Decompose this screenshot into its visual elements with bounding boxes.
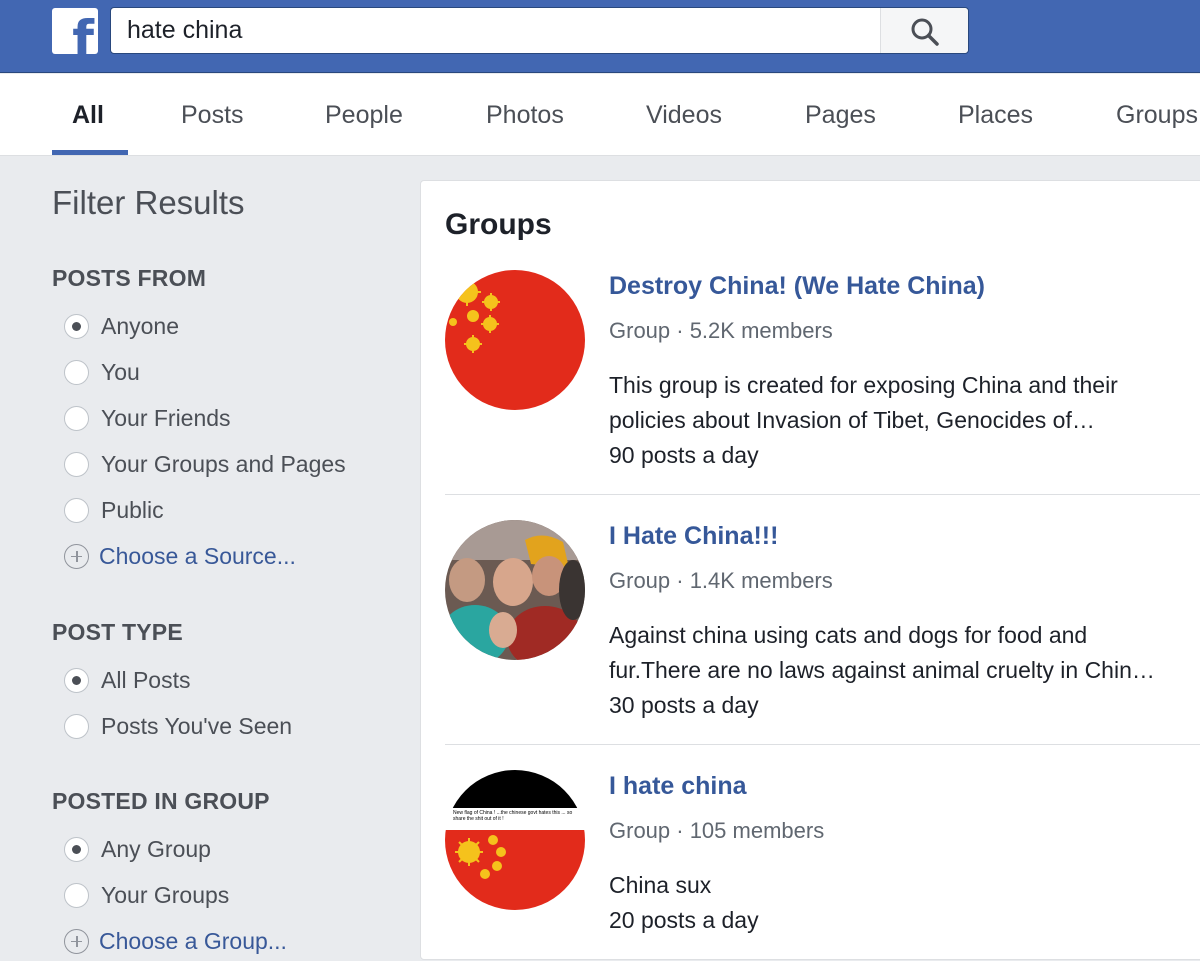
groups-section-title: Groups [445,208,552,241]
filter-all-posts[interactable]: All Posts [64,665,190,695]
filter-posts-youve-seen[interactable]: Posts You've Seen [64,711,292,741]
radio-button[interactable] [64,713,89,739]
group-name-link[interactable]: I Hate China!!! [609,522,778,551]
radio-button[interactable] [64,667,89,693]
radio-button[interactable] [64,882,89,908]
radio-button[interactable] [64,497,89,523]
group-meta: Group · 5.2K members [609,318,833,343]
tab-posts[interactable]: Posts [181,101,244,130]
search-tabs: All Posts People Photos Videos Pages Pla… [0,74,1200,156]
group-result: Destroy China! (We Hate China) Group · 5… [445,270,1200,470]
group-result: I Hate China!!! Group · 1.4K members Aga… [445,520,1200,720]
tab-videos[interactable]: Videos [646,101,722,130]
tab-all[interactable]: All [72,101,104,130]
posted-in-group-title: POSTED IN GROUP [52,788,270,814]
search-input[interactable] [111,8,881,53]
radio-button[interactable] [64,313,89,339]
post-type-title: POST TYPE [52,619,183,645]
radio-button[interactable] [64,405,89,431]
tab-people[interactable]: People [325,101,403,130]
group-post-frequency: 90 posts a day [609,442,759,468]
group-post-frequency: 20 posts a day [609,907,759,933]
tab-photos[interactable]: Photos [486,101,564,130]
group-avatar-chinese-flag-virus[interactable] [445,270,585,410]
group-post-frequency: 30 posts a day [609,692,759,718]
top-bar: f [0,0,1200,73]
filter-anyone[interactable]: Anyone [64,311,179,341]
group-meta: Group · 105 members [609,818,825,843]
group-avatar-flag-meme[interactable]: New flag of China ! ...the chinese govt … [445,770,585,910]
tab-groups[interactable]: Groups [1116,101,1198,130]
radio-button[interactable] [64,359,89,385]
group-description: This group is created for exposing China… [609,372,1118,468]
tab-pages[interactable]: Pages [805,101,876,130]
radio-button[interactable] [64,836,89,862]
filter-results-title: Filter Results [52,184,245,221]
posts-from-title: POSTS FROM [52,265,207,291]
divider [445,744,1200,745]
group-meta: Group · 1.4K members [609,568,833,593]
group-name-link[interactable]: Destroy China! (We Hate China) [609,272,985,301]
group-result: New flag of China ! ...the chinese govt … [445,770,1200,940]
search-button[interactable] [880,8,968,53]
filter-your-groups-and-pages[interactable]: Your Groups and Pages [64,449,346,479]
groups-results-card: Groups Destroy China! (We Hate China) Gr… [420,180,1200,960]
divider [445,494,1200,495]
choose-source-link[interactable]: Choose a Source... [64,541,296,571]
search-box [110,7,969,54]
avatar-caption: New flag of China ! ...the chinese govt … [453,810,573,822]
active-tab-indicator [52,150,128,155]
choose-group-link[interactable]: Choose a Group... [64,926,287,956]
search-icon [911,18,939,46]
group-description: Against china using cats and dogs for fo… [609,622,1155,718]
filter-public[interactable]: Public [64,495,164,525]
radio-button[interactable] [64,451,89,477]
plus-icon [64,928,89,954]
filter-your-groups[interactable]: Your Groups [64,880,229,910]
filter-you[interactable]: You [64,357,140,387]
plus-icon [64,543,89,569]
group-description: China sux 20 posts a day [609,872,759,933]
group-avatar-crowd-photo[interactable] [445,520,585,660]
facebook-logo-icon[interactable]: f [52,8,98,54]
filter-any-group[interactable]: Any Group [64,834,211,864]
tab-places[interactable]: Places [958,101,1033,130]
filter-your-friends[interactable]: Your Friends [64,403,231,433]
group-name-link[interactable]: I hate china [609,772,747,801]
